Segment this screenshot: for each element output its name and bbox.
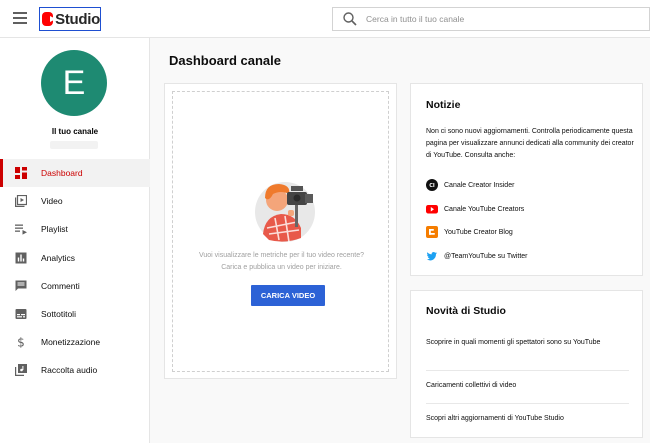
sidebar-item-label: Raccolta audio: [41, 365, 98, 376]
svg-text:CI: CI: [429, 183, 435, 189]
playlist-icon: [15, 223, 27, 235]
link-label: YouTube Creator Blog: [444, 228, 513, 236]
channel-name-placeholder: [50, 141, 98, 149]
studio-news-heading: Novità di Studio: [426, 305, 506, 317]
dashboard-icon: [15, 167, 27, 179]
link-label: Canale Creator Insider: [444, 181, 515, 189]
sidebar-nav: Dashboard Video Playlist Analytics Comme…: [0, 159, 150, 385]
upload-video-card: Vuoi visualizzare le metriche per il tuo…: [164, 83, 397, 379]
link-teamyoutube-twitter[interactable]: @TeamYouTube su Twitter: [426, 249, 528, 263]
subtitles-icon: [15, 308, 27, 320]
studio-news-item[interactable]: Scoprire in quali momenti gli spettatori…: [426, 337, 634, 348]
sidebar-item-label: Sottotitoli: [41, 309, 76, 320]
creator-illustration: [251, 172, 325, 246]
divider: [426, 403, 629, 404]
page-title: Dashboard canale: [169, 53, 281, 68]
sidebar-item-label: Playlist: [41, 224, 68, 235]
logo-text: Studio: [55, 10, 100, 28]
link-label: @TeamYouTube su Twitter: [444, 252, 528, 260]
sidebar-item-label: Monetizzazione: [41, 337, 101, 348]
sidebar-item-video[interactable]: Video: [0, 187, 150, 215]
youtube-studio-logo[interactable]: Studio: [39, 7, 101, 31]
sidebar-item-comments[interactable]: Commenti: [0, 272, 150, 300]
video-icon: [15, 195, 28, 208]
link-youtube-creators[interactable]: Canale YouTube Creators: [426, 202, 524, 216]
upload-video-button[interactable]: CARICA VIDEO: [251, 285, 325, 306]
svg-text:$: $: [17, 336, 25, 348]
creator-insider-icon: CI: [426, 179, 438, 191]
dollar-icon: $: [15, 336, 27, 350]
divider: [426, 370, 629, 371]
sidebar-item-monetization[interactable]: $ Monetizzazione: [0, 328, 150, 356]
studio-news-item[interactable]: Scopri altri aggiornamenti di YouTube St…: [426, 413, 634, 424]
empty-state-line-1: Vuoi visualizzare le metriche per il tuo…: [198, 252, 365, 259]
link-creator-blog[interactable]: YouTube Creator Blog: [426, 225, 513, 239]
news-body: Non ci sono nuovi aggiornamenti. Control…: [426, 128, 634, 159]
comments-icon: [15, 280, 27, 292]
empty-state-text: Vuoi visualizzare le metriche per il tuo…: [181, 250, 382, 274]
blogger-icon: [426, 226, 438, 238]
audio-library-icon: [15, 364, 27, 377]
sidebar-item-label: Analytics: [41, 252, 76, 263]
hamburger-menu-icon[interactable]: [13, 12, 27, 24]
sidebar-item-label: Dashboard: [41, 168, 83, 179]
top-bar: Studio: [0, 0, 650, 38]
sidebar-item-audio-library[interactable]: Raccolta audio: [0, 356, 150, 384]
search-input[interactable]: [366, 14, 626, 24]
youtube-icon: [426, 203, 438, 215]
sidebar-item-label: Commenti: [41, 280, 80, 291]
channel-avatar[interactable]: E: [41, 50, 107, 116]
twitter-icon: [426, 250, 438, 262]
search-bar[interactable]: [332, 7, 650, 31]
empty-state-line-2: Carica e pubblica un video per iniziare.: [221, 264, 342, 271]
youtube-play-icon: [42, 12, 57, 26]
upload-dropzone: Vuoi visualizzare le metriche per il tuo…: [172, 91, 389, 372]
news-card: Notizie Non ci sono nuovi aggiornamenti.…: [410, 83, 643, 276]
link-label: Canale YouTube Creators: [444, 205, 525, 213]
studio-news-item[interactable]: Caricamenti collettivi di video: [426, 380, 634, 391]
sidebar-item-dashboard[interactable]: Dashboard: [0, 159, 150, 188]
sidebar-item-playlist[interactable]: Playlist: [0, 215, 150, 243]
news-heading: Notizie: [426, 99, 461, 111]
analytics-icon: [15, 252, 27, 264]
studio-news-card: Novità di Studio Scoprire in quali momen…: [410, 290, 643, 438]
link-creator-insider[interactable]: CI Canale Creator Insider: [426, 178, 514, 192]
search-icon: [342, 11, 358, 27]
sidebar-item-analytics[interactable]: Analytics: [0, 244, 150, 272]
sidebar: E Il tuo canale Dashboard Video Playlist: [0, 38, 150, 443]
sidebar-item-label: Video: [41, 196, 63, 207]
channel-label: Il tuo canale: [51, 127, 99, 136]
sidebar-item-subtitles[interactable]: Sottotitoli: [0, 300, 150, 328]
